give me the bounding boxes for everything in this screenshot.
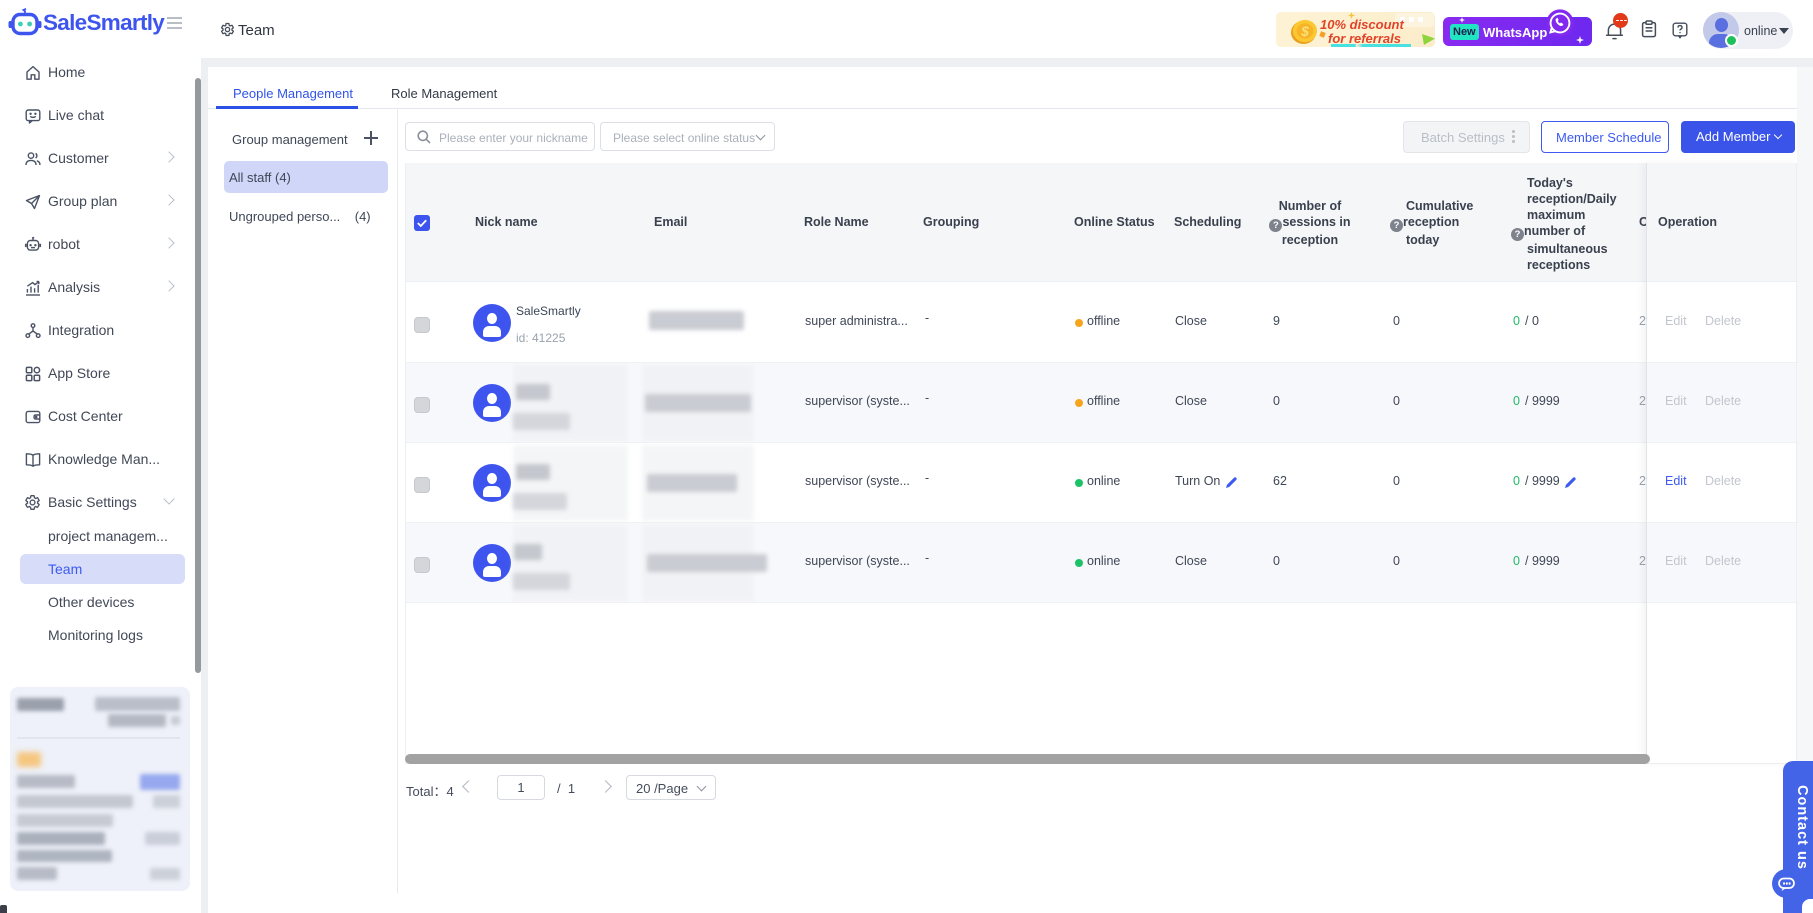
svg-text:$: $	[1300, 24, 1309, 39]
